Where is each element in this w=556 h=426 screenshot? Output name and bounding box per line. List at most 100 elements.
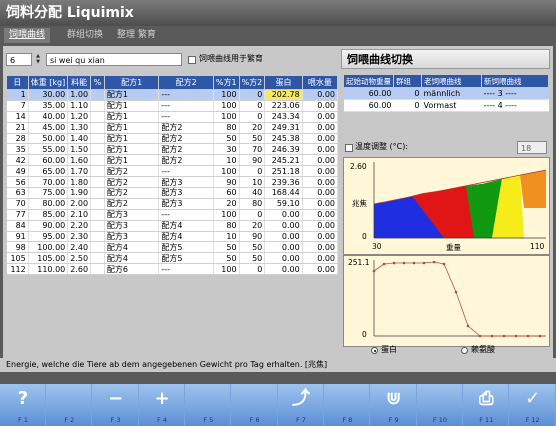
col-new-curve[interactable]: 新饲喂曲线 — [481, 74, 549, 88]
table-cell: 2.00 — [67, 198, 92, 210]
col-recipe2-pct[interactable]: %方2 — [238, 75, 266, 90]
table-cell: 配方4 — [158, 231, 214, 243]
function-key-1[interactable]: ? F 1 — [0, 384, 46, 426]
table-cell: 59.10 — [264, 198, 303, 210]
function-key-9[interactable]: ⋓ F 9 — [371, 384, 417, 426]
table-cell: --- — [158, 111, 214, 123]
function-key-6[interactable]: F 6 — [232, 384, 278, 426]
table-cell — [90, 133, 105, 145]
energy-x-right: 110 — [530, 242, 545, 251]
switch-panel-title: 饲喂曲线切换 — [341, 49, 550, 69]
table-row[interactable]: 70 80.00 2.00 配方2 配方3 20 80 59.10 0.00 — [6, 198, 339, 210]
print-icon: ⎙ — [479, 388, 494, 409]
col-group[interactable]: 群组 — [393, 74, 422, 88]
table-cell: 42 — [6, 154, 29, 167]
tab-feeding-curve[interactable]: 饲喂曲线 — [4, 28, 51, 43]
function-key-8[interactable]: F 8 — [324, 384, 371, 426]
function-key-11[interactable]: ⎙ F 11 — [463, 384, 510, 426]
function-key-label: F 12 — [525, 416, 540, 424]
table-cell: 14 — [6, 111, 29, 123]
col-recipe1-pct[interactable]: %方1 — [212, 75, 240, 90]
curve-switch-panel: 饲喂曲线切换 起始动物重量 群组 老饲喂曲线 新饲喂曲线 60.00 0 män… — [341, 49, 550, 354]
col-energy[interactable]: 料能 — [67, 75, 92, 90]
tab-breeding[interactable]: 整理 繁育 — [112, 28, 161, 43]
energy-area-recipe5 — [520, 170, 546, 208]
table-cell: 50 — [213, 241, 240, 254]
table-row[interactable]: 84 90.00 2.20 配方3 配方4 80 20 0.00 0.00 — [6, 220, 339, 232]
col-protein[interactable]: 蛋白 — [264, 75, 303, 90]
table-row[interactable]: 77 85.00 2.10 配方3 --- 100 0 0.00 0.00 — [6, 209, 339, 221]
col-water[interactable]: 喂水量 — [301, 75, 339, 90]
table-cell: 1.40 — [67, 133, 92, 145]
table-row[interactable]: 7 35.00 1.10 配方1 --- 100 0 223.06 0.00 — [6, 100, 339, 112]
breeding-checkbox[interactable] — [188, 56, 196, 64]
energy-y-label: 兆焦 — [352, 199, 367, 208]
temp-adjust-field[interactable]: 18 — [517, 141, 547, 154]
table-cell: 70.00 — [28, 176, 69, 189]
table-row[interactable]: 112 110.00 2.60 配方6 --- 100 0 0.00 0.00 — [6, 263, 339, 276]
function-key-3[interactable]: − F 3 — [93, 384, 139, 426]
curve-number-field[interactable]: 6 — [6, 53, 32, 66]
function-key-5[interactable]: F 5 — [185, 384, 232, 426]
table-row[interactable]: 14 40.00 1.20 配方1 --- 100 0 243.34 0.00 — [6, 111, 339, 123]
table-row[interactable]: 21 45.00 1.30 配方1 配方2 80 20 249.31 0.00 — [6, 122, 339, 134]
col-weight[interactable]: 体重 [kg] — [27, 75, 69, 90]
table-cell: 0 — [239, 100, 266, 112]
table-row[interactable]: 98 100.00 2.40 配方4 配方5 50 50 0.00 0.00 — [6, 241, 339, 254]
function-key-7[interactable]: ⤴ F 7 — [278, 384, 324, 426]
table-cell: 配方2 — [104, 198, 160, 210]
table-cell: 20 — [213, 198, 240, 210]
temp-adjust-checkbox[interactable] — [345, 144, 353, 152]
feeding-curve-panel: 6 ▲ ▼ si wei qu xian 饲喂曲线用于繁育 日 体重 [kg] 料… — [6, 51, 339, 354]
table-cell — [90, 143, 105, 156]
table-row[interactable]: 35 55.00 1.50 配方1 配方2 30 70 246.39 0.00 — [6, 143, 339, 156]
radio-lysine-label: 赖氨酸 — [471, 345, 495, 354]
radio-lysine[interactable] — [461, 347, 468, 354]
table-row[interactable]: 60.00 0 Vormast ---- 4 ---- — [343, 99, 549, 112]
table-row[interactable]: 28 50.00 1.40 配方1 配方2 50 50 245.38 0.00 — [6, 133, 339, 145]
col-old-curve[interactable]: 老饲喂曲线 — [421, 74, 482, 88]
col-start-weight[interactable]: 起始动物重量 — [343, 74, 394, 88]
col-recipe1[interactable]: 配方1 — [103, 75, 160, 90]
table-cell: 配方4 — [104, 241, 160, 254]
function-key-10[interactable]: F 10 — [417, 384, 463, 426]
function-key-label: F 2 — [64, 416, 75, 424]
col-recipe2[interactable]: 配方2 — [158, 75, 214, 90]
table-cell: 65.00 — [28, 165, 69, 178]
table-cell: 249.31 — [264, 122, 303, 134]
table-cell: 0.00 — [264, 231, 303, 243]
protein-y-bottom: 0 — [362, 330, 367, 339]
table-cell: 配方2 — [104, 176, 160, 189]
table-row[interactable]: 1 30.00 1.00 配方1 --- 100 0 202.78 0.00 — [6, 89, 339, 101]
function-key-12[interactable]: ✓ F 12 — [510, 384, 556, 426]
tab-group-switch[interactable]: 群组切换 — [62, 28, 108, 43]
table-header: 日 体重 [kg] 料能 % 配方1 配方2 %方1 %方2 蛋白 喂水量 — [6, 75, 339, 90]
table-cell — [90, 111, 105, 123]
table-row[interactable]: 42 60.00 1.60 配方1 配方2 10 90 245.21 0.00 — [6, 154, 339, 167]
table-row[interactable]: 63 75.00 1.90 配方2 配方3 60 40 168.44 0.00 — [6, 187, 339, 199]
table-cell: 配方5 — [158, 241, 214, 254]
function-key-4[interactable]: + F 4 — [139, 384, 185, 426]
table-cell: 0.00 — [302, 198, 339, 210]
function-key-2[interactable]: F 2 — [46, 384, 93, 426]
table-cell: 0.00 — [302, 143, 339, 156]
radio-protein[interactable] — [371, 347, 378, 354]
table-row[interactable]: 60.00 0 männlich ---- 3 ---- — [343, 87, 549, 100]
table-cell: 0.00 — [264, 263, 303, 276]
col-day[interactable]: 日 — [6, 75, 29, 90]
table-row[interactable]: 105 105.00 2.50 配方4 配方5 50 50 0.00 0.00 — [6, 252, 339, 265]
table-cell: 10 — [213, 154, 240, 167]
table-cell: 2.10 — [67, 209, 92, 221]
switch-table: 起始动物重量 群组 老饲喂曲线 新饲喂曲线 60.00 0 männlich -… — [343, 74, 549, 112]
table-cell: --- — [158, 209, 214, 221]
table-cell: 168.44 — [264, 187, 303, 199]
table-cell: 配方5 — [158, 252, 214, 265]
function-key-label: F 8 — [342, 416, 353, 424]
table-row[interactable]: 56 70.00 1.80 配方2 配方3 90 10 239.36 0.00 — [6, 176, 339, 189]
table-cell: 配方2 — [158, 133, 214, 145]
col-percent[interactable]: % — [90, 75, 105, 90]
curve-name-field[interactable]: si wei qu xian — [46, 53, 182, 66]
curve-number-stepper[interactable]: ▲ ▼ — [34, 53, 42, 66]
table-row[interactable]: 91 95.00 2.30 配方3 配方4 10 90 0.00 0.00 — [6, 231, 339, 243]
table-row[interactable]: 49 65.00 1.70 配方2 --- 100 0 251.18 0.00 — [6, 165, 339, 178]
